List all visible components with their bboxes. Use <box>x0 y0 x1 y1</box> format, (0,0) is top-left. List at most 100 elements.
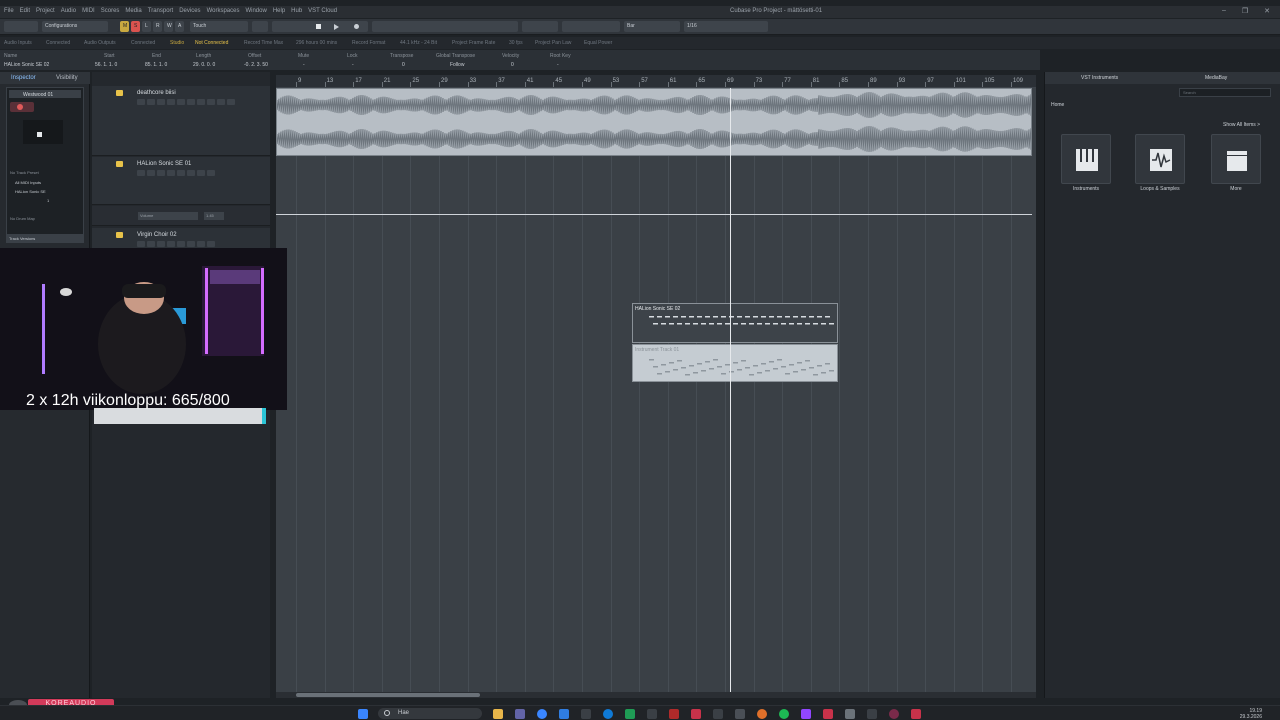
teams-icon[interactable] <box>515 709 525 719</box>
transport-controls[interactable] <box>272 21 368 32</box>
audio-event[interactable] <box>276 88 1032 156</box>
tab-visibility[interactable]: Visibility <box>56 75 78 81</box>
quantize-select[interactable]: 1/16 <box>684 21 768 32</box>
info-root-key-value[interactable]: - <box>557 62 559 68</box>
app-icon[interactable] <box>757 709 767 719</box>
info-start-value[interactable]: 56. 1. 1. 0 <box>95 62 117 68</box>
automation-touch-select[interactable]: Touch <box>190 21 248 32</box>
write-mode-button[interactable]: W <box>164 21 173 32</box>
info-lock-value[interactable]: - <box>352 62 354 68</box>
menu-audio[interactable]: Audio <box>61 8 76 14</box>
file-explorer-icon[interactable] <box>493 709 503 719</box>
cubase-icon[interactable] <box>911 709 921 719</box>
app-icon[interactable] <box>845 709 855 719</box>
automation-value-field[interactable]: 1.45 <box>204 212 224 220</box>
drum-map-field[interactable]: No Drum Map <box>10 216 35 221</box>
automation-track-row[interactable]: Volume 1.45 <box>92 206 270 226</box>
info-transpose-value[interactable]: 0 <box>402 62 405 68</box>
timeline-ruler[interactable]: 9 13 17 21 25 29 33 37 41 45 49 53 57 61 65 69 73 77 81 85 8… <box>276 75 1036 88</box>
menu-workspaces[interactable]: Workspaces <box>207 8 240 14</box>
track-controls[interactable] <box>137 99 235 105</box>
menu-transport[interactable]: Transport <box>148 8 173 14</box>
mute-mode-button[interactable]: M <box>120 21 129 32</box>
app-icon[interactable] <box>647 709 657 719</box>
fader-area[interactable] <box>23 120 63 144</box>
menu-help[interactable]: Help <box>273 8 285 14</box>
track-row[interactable]: deathcore biisi <box>92 86 270 156</box>
close-button[interactable]: ✕ <box>1264 7 1270 15</box>
spotify-icon[interactable] <box>779 709 789 719</box>
info-mute-value[interactable]: - <box>303 62 305 68</box>
app-icon[interactable] <box>581 709 591 719</box>
instruments-tile[interactable] <box>1061 134 1111 184</box>
menu-scores[interactable]: Scores <box>101 8 120 14</box>
app-icon[interactable] <box>867 709 877 719</box>
twitch-icon[interactable] <box>801 709 811 719</box>
menu-window[interactable]: Window <box>245 8 266 14</box>
menu-edit[interactable]: Edit <box>20 8 30 14</box>
automation-curve[interactable] <box>276 214 1032 215</box>
maximize-button[interactable]: ❐ <box>1242 7 1248 15</box>
menu-media[interactable]: Media <box>125 8 141 14</box>
info-offset-value[interactable]: -0. 2. 3. 50 <box>244 62 268 68</box>
show-all-items-link[interactable]: Show All Items > <box>1223 122 1260 128</box>
tab-vst-instruments[interactable]: VST Instruments <box>1081 75 1118 81</box>
toolbar-window-buttons[interactable] <box>4 21 38 32</box>
solo-mode-button[interactable]: S <box>131 21 140 32</box>
automation-mode-button[interactable]: A <box>175 21 184 32</box>
track-preset-field[interactable]: No Track Preset <box>10 170 39 175</box>
info-end-value[interactable]: 85. 1. 1. 0 <box>145 62 167 68</box>
app-icon[interactable] <box>669 709 679 719</box>
fader-handle[interactable] <box>37 132 42 137</box>
mediabay-home-label[interactable]: Home <box>1051 102 1064 108</box>
scrollbar-thumb[interactable] <box>296 693 480 697</box>
app-icon[interactable] <box>889 709 899 719</box>
tool-buttons[interactable] <box>372 21 518 32</box>
automation-parameter-select[interactable]: Volume <box>138 212 198 220</box>
taskbar-search-input[interactable]: Hae <box>378 708 482 719</box>
taskbar-clock[interactable]: 19.19 29.3.2026 <box>1240 708 1262 720</box>
menu-hub[interactable]: Hub <box>291 8 302 14</box>
info-global-transpose-value[interactable]: Follow <box>450 62 464 68</box>
record-icon[interactable] <box>354 24 359 29</box>
grid-type-select[interactable]: Bar <box>624 21 680 32</box>
stop-icon[interactable] <box>316 24 321 29</box>
info-velocity-value[interactable]: 0 <box>511 62 514 68</box>
app-icon[interactable] <box>823 709 833 719</box>
transport-arrows-button[interactable] <box>252 21 268 32</box>
track-name[interactable]: deathcore biisi <box>137 90 176 96</box>
midi-event[interactable]: Instrument Track 01 <box>632 344 838 382</box>
nudge-buttons[interactable] <box>522 21 558 32</box>
menu-midi[interactable]: MIDI <box>82 8 95 14</box>
info-length-value[interactable]: 29. 0. 0. 0 <box>193 62 215 68</box>
info-name-value[interactable]: HALion Sonic SE 02 <box>4 62 49 68</box>
app-icon[interactable] <box>735 709 745 719</box>
listen-mode-button[interactable]: L <box>142 21 151 32</box>
track-name[interactable]: Virgin Choir 02 <box>137 232 177 238</box>
excel-icon[interactable] <box>625 709 635 719</box>
horizontal-scrollbar[interactable] <box>276 692 1036 698</box>
midi-channel-field[interactable]: 1 <box>47 198 49 203</box>
menu-project[interactable]: Project <box>36 8 55 14</box>
track-controls[interactable] <box>137 170 215 176</box>
inspector-track-header[interactable]: Westwood 01 <box>9 90 81 98</box>
midi-input-field[interactable]: All MIDI Inputs <box>15 180 41 185</box>
midi-output-field[interactable]: HALion Sonic SE <box>15 189 46 194</box>
read-mode-button[interactable]: R <box>153 21 162 32</box>
track-controls[interactable] <box>137 241 215 247</box>
acrobat-icon[interactable] <box>691 709 701 719</box>
track-row[interactable]: HALion Sonic SE 01 <box>92 157 270 205</box>
track-name[interactable]: HALion Sonic SE 01 <box>137 161 191 167</box>
more-tile[interactable] <box>1211 134 1261 184</box>
track-versions-field[interactable]: Track Versions <box>6 234 84 242</box>
menu-file[interactable]: File <box>4 8 14 14</box>
app-icon[interactable] <box>713 709 723 719</box>
vscode-icon[interactable] <box>559 709 569 719</box>
record-enable-button[interactable] <box>10 102 34 112</box>
minimize-button[interactable]: – <box>1222 7 1226 15</box>
midi-event[interactable]: HALion Sonic SE 02 <box>632 303 838 343</box>
tab-inspector[interactable]: Inspector <box>11 75 36 81</box>
browser-icon[interactable] <box>537 709 547 719</box>
play-icon[interactable] <box>334 24 339 30</box>
tab-mediabay[interactable]: MediaBay <box>1205 75 1227 81</box>
